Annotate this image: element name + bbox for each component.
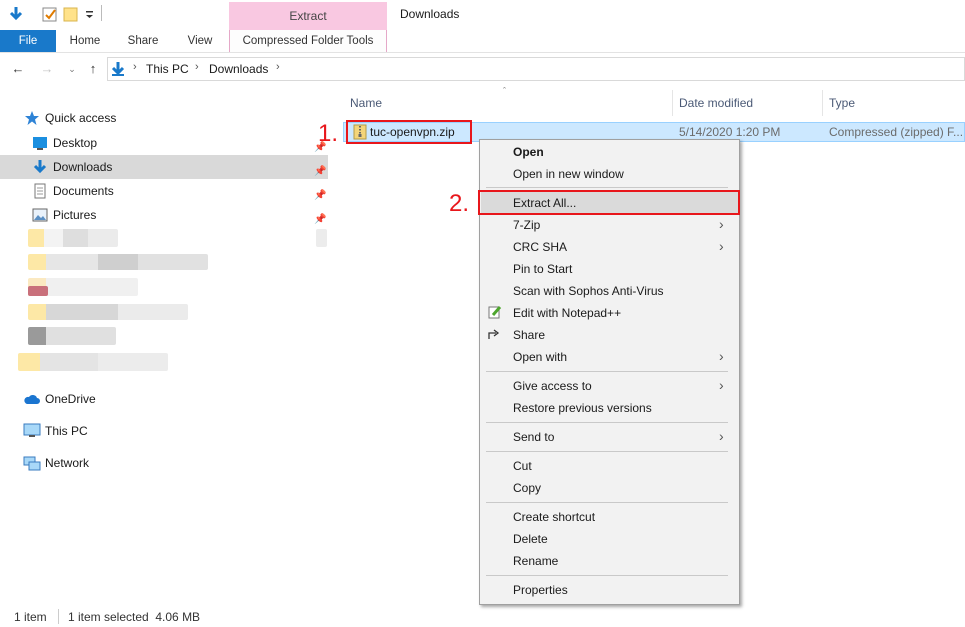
submenu-chevron-icon: › — [719, 377, 724, 393]
status-item-count: 1 item — [14, 610, 47, 624]
submenu-chevron-icon: › — [719, 216, 724, 232]
column-header-name[interactable]: Name — [350, 96, 382, 110]
nav-downloads[interactable]: Downloads 📌 — [0, 155, 328, 179]
customize-dropdown-icon[interactable] — [85, 6, 101, 22]
menu-item-cut[interactable]: Cut — [513, 459, 532, 473]
menu-separator — [486, 187, 728, 188]
nav-network-label: Network — [45, 456, 90, 470]
forward-arrow-icon[interactable]: → — [39, 62, 55, 76]
nav-quick-access-label: Quick access — [45, 111, 117, 125]
tab-file[interactable]: File — [0, 30, 56, 52]
status-divider — [58, 609, 59, 624]
menu-item-share[interactable]: Share — [513, 328, 545, 342]
nav-documents-label: Documents — [53, 184, 114, 198]
menu-separator — [486, 422, 728, 423]
sort-ascending-icon: ˆ — [503, 86, 506, 96]
breadcrumb-this-pc[interactable]: This PC — [146, 62, 189, 76]
nav-this-pc-label: This PC — [45, 424, 88, 438]
downloads-location-icon — [110, 61, 126, 80]
menu-item-pin-to-start[interactable]: Pin to Start — [513, 262, 572, 276]
menu-item-open-new-window[interactable]: Open in new window — [513, 167, 624, 181]
new-folder-icon[interactable] — [63, 6, 79, 22]
nav-onedrive[interactable]: OneDrive — [0, 387, 328, 411]
nav-pictures-label: Pictures — [53, 208, 97, 222]
column-divider[interactable] — [672, 90, 673, 116]
nav-onedrive-label: OneDrive — [45, 392, 96, 406]
menu-separator — [486, 371, 728, 372]
submenu-chevron-icon: › — [719, 238, 724, 254]
breadcrumb-separator: › — [276, 61, 280, 73]
tab-compressed-folder-tools[interactable]: Compressed Folder Tools — [229, 30, 387, 52]
star-icon — [24, 110, 40, 126]
properties-icon[interactable] — [42, 6, 58, 22]
menu-item-edit-notepad[interactable]: Edit with Notepad++ — [513, 306, 621, 320]
menu-item-copy[interactable]: Copy — [513, 481, 541, 495]
network-icon — [23, 455, 41, 471]
menu-item-crc-sha[interactable]: CRC SHA — [513, 240, 567, 254]
up-arrow-icon[interactable]: ↑ — [85, 62, 101, 76]
nav-quick-access[interactable]: Quick access — [0, 106, 328, 130]
nav-desktop-label: Desktop — [53, 136, 98, 150]
menu-item-delete[interactable]: Delete — [513, 532, 548, 546]
column-header-date-modified[interactable]: Date modified — [679, 96, 753, 110]
menu-item-properties[interactable]: Properties — [513, 583, 568, 597]
menu-item-rename[interactable]: Rename — [513, 554, 558, 568]
share-icon — [488, 327, 502, 344]
menu-item-scan-sophos[interactable]: Scan with Sophos Anti-Virus — [513, 284, 664, 298]
title-divider — [101, 5, 102, 21]
download-arrow-icon[interactable] — [8, 6, 24, 22]
menu-item-restore-versions[interactable]: Restore previous versions — [513, 401, 652, 415]
recent-locations-chevron-icon[interactable]: ⌄ — [64, 62, 80, 76]
ribbon-tabs: File Home Share View Compressed Folder T… — [0, 30, 965, 53]
nav-this-pc[interactable]: This PC — [0, 419, 328, 443]
menu-item-open-with[interactable]: Open with — [513, 350, 567, 364]
tab-share[interactable]: Share — [118, 30, 168, 52]
nav-pictures[interactable]: Pictures 📌 — [0, 203, 328, 227]
computer-icon — [23, 423, 41, 439]
cloud-icon — [23, 391, 40, 407]
menu-item-7zip[interactable]: 7-Zip — [513, 218, 540, 232]
nav-desktop[interactable]: Desktop 📌 — [0, 131, 328, 155]
step-2-annotation: 2. — [449, 190, 470, 217]
title-bar: Extract Downloads — [0, 0, 965, 30]
breadcrumb-separator: › — [133, 61, 137, 73]
file-type: Compressed (zipped) F... — [829, 125, 964, 139]
menu-item-give-access[interactable]: Give access to — [513, 379, 592, 393]
pictures-icon — [32, 207, 48, 223]
menu-separator — [486, 575, 728, 576]
column-header-type[interactable]: Type — [829, 96, 855, 110]
downloads-icon — [32, 159, 48, 175]
status-selection-info: 1 item selected 4.06 MB — [68, 610, 201, 624]
step-2-highlight-box — [478, 190, 740, 215]
nav-documents[interactable]: Documents 📌 — [0, 179, 328, 203]
tab-home[interactable]: Home — [60, 30, 110, 52]
step-1-highlight-box — [346, 120, 472, 144]
menu-item-create-shortcut[interactable]: Create shortcut — [513, 510, 595, 524]
submenu-chevron-icon: › — [719, 428, 724, 444]
menu-separator — [486, 451, 728, 452]
menu-separator — [486, 502, 728, 503]
window-title: Downloads — [400, 7, 460, 21]
submenu-chevron-icon: › — [719, 348, 724, 364]
menu-item-open[interactable]: Open — [513, 145, 544, 159]
nav-network[interactable]: Network — [0, 451, 328, 475]
menu-item-send-to[interactable]: Send to — [513, 430, 554, 444]
file-date-modified: 5/14/2020 1:20 PM — [679, 125, 781, 139]
step-1-annotation: 1. — [318, 120, 339, 147]
documents-icon — [32, 183, 48, 199]
column-divider[interactable] — [822, 90, 823, 116]
back-arrow-icon[interactable]: ← — [10, 62, 26, 76]
nav-downloads-label: Downloads — [53, 160, 113, 174]
tab-view[interactable]: View — [176, 30, 224, 52]
desktop-icon — [32, 135, 48, 151]
breadcrumb-downloads[interactable]: Downloads — [209, 62, 268, 76]
notepad-plus-plus-icon — [488, 305, 502, 322]
extract-header-label[interactable]: Extract — [229, 9, 387, 23]
breadcrumb-separator: › — [195, 61, 199, 73]
